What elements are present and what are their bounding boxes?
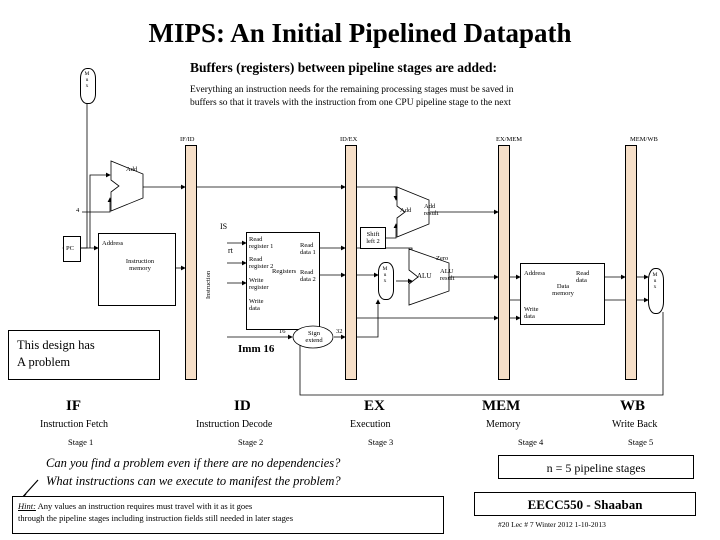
buffer-label-mem-wb: MEM/WB <box>630 136 658 143</box>
stage-num-wb: Stage 5 <box>628 437 654 447</box>
read-data1-label: Read data 1 <box>300 242 316 257</box>
read-register2-label: Read register 2 <box>249 256 274 271</box>
stage-name-if: IF <box>66 398 81 414</box>
read-register1-label: Read register 1 <box>249 236 274 251</box>
thirtytwo-label: 32 <box>336 328 343 335</box>
add-top-label: Add <box>126 166 138 173</box>
question-2: What instructions can we execute to mani… <box>46 474 341 488</box>
stage-name-ex: EX <box>364 398 385 414</box>
pc-label: PC <box>66 245 74 252</box>
stage-name-mem: MEM <box>482 398 521 414</box>
footer-text: #20 Lec # 7 Winter 2012 1-10-2013 <box>498 520 606 529</box>
const-4-label: 4 <box>76 207 80 214</box>
stage-sub-wb: Write Back <box>612 419 658 430</box>
pc-mux-label: Mux <box>84 71 90 89</box>
problem-note-line2: A problem <box>17 354 71 369</box>
hint-line2: through the pipeline stages including in… <box>18 513 294 524</box>
sign-extend-label: Sign extend <box>305 330 323 345</box>
stage-sub-ex: Execution <box>350 419 391 430</box>
buffer-label-id-ex: ID/EX <box>340 136 358 143</box>
buffer-mem-wb <box>625 145 637 380</box>
address-if-label: Address <box>102 240 124 247</box>
hint-line1: Any values an instruction requires must … <box>37 501 253 511</box>
read-data2-label: Read data 2 <box>300 269 316 284</box>
add-ex-label: Add <box>400 207 412 214</box>
wb-mux-label: Mux <box>652 272 658 290</box>
alu-label: ALU <box>417 272 432 280</box>
mem-write-data-label: Write data <box>524 306 539 321</box>
stage-num-ex: Stage 3 <box>368 437 394 447</box>
data-memory-label: Data memory <box>552 283 574 298</box>
alu-mux-label: Mux <box>382 266 388 284</box>
question-1: Can you find a problem even if there are… <box>46 456 341 470</box>
sixteen-label: 16 <box>279 328 286 335</box>
buffer-if-id <box>185 145 197 380</box>
course-box: EECC550 - Shaaban <box>474 492 696 516</box>
instruction-memory-label: Instruction memory <box>125 258 155 273</box>
is-label: IS <box>220 222 228 231</box>
rt-label: rt <box>228 246 233 255</box>
write-register-label: Write register <box>249 277 269 292</box>
problem-note-line1: This design has <box>17 338 95 352</box>
stage-num-mem: Stage 4 <box>518 437 544 447</box>
stage-num-if: Stage 1 <box>68 437 94 447</box>
stage-num-id: Stage 2 <box>238 437 264 447</box>
hint-label: Hint: <box>18 501 36 511</box>
buffer-label-if-id: IF/ID <box>180 136 195 143</box>
stage-sub-if: Instruction Fetch <box>40 419 109 430</box>
stage-name-wb: WB <box>620 398 646 414</box>
stage-name-id: ID <box>234 398 251 414</box>
shift-left2-label: Shift left 2 <box>366 231 380 246</box>
mem-address-label: Address <box>524 270 546 277</box>
add-result-label: Add result <box>424 203 439 218</box>
buffer-id-ex <box>345 145 357 380</box>
n-stages-box: n = 5 pipeline stages <box>498 455 694 479</box>
write-data-register-label: Write data <box>249 298 264 313</box>
zero-label: Zero <box>436 255 449 262</box>
problem-note-box: This design has A problem <box>8 330 160 380</box>
mem-read-data-label: Read data <box>576 270 590 285</box>
buffer-label-ex-mem: EX/MEM <box>496 136 522 143</box>
hint-box: Hint: Any values an instruction requires… <box>12 496 444 534</box>
buffer-ex-mem <box>498 145 510 380</box>
imm16-label: Imm 16 <box>238 343 275 355</box>
stage-sub-id: Instruction Decode <box>196 419 273 430</box>
registers-label: Registers <box>272 268 297 275</box>
instruction-buffer-label: Instruction <box>205 270 212 299</box>
stage-sub-mem: Memory <box>486 419 521 430</box>
alu-result-label: ALU result <box>440 268 455 283</box>
